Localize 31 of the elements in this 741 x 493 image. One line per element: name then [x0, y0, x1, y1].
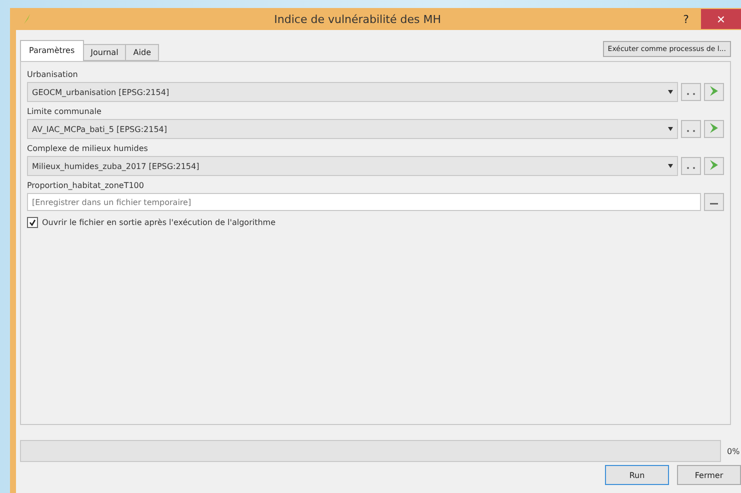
arrow-icon [709, 159, 719, 171]
checkbox[interactable] [27, 217, 38, 228]
dash-icon [709, 202, 719, 204]
tab[interactable]: Journal [82, 44, 126, 61]
help-button[interactable]: ? [683, 12, 689, 26]
app-icon [22, 13, 32, 25]
field-label: Limite communale [27, 107, 102, 116]
window-title: Indice de vulnérabilité des MH [273, 12, 442, 26]
caret-icon [668, 90, 673, 94]
field-label: Urbanisation [27, 70, 79, 79]
progress-percent: 0% [727, 446, 741, 456]
iterate-button[interactable] [704, 120, 724, 138]
iterate-button[interactable] [704, 157, 724, 175]
iterate-button[interactable] [704, 83, 724, 101]
checkbox-label: Ouvrir le fichier en sortie après l'exécution de l'algorithme [42, 218, 276, 227]
layer-dropdown[interactable]: GEOCM_urbanisation [EPSG:2154] [27, 82, 678, 102]
tab[interactable]: Paramètres [20, 40, 84, 61]
output-file-field[interactable]: [Enregistrer dans un fichier temporaire] [27, 193, 701, 211]
caret-icon [668, 127, 673, 131]
field-label: Proportion_habitat_zoneT100 [27, 181, 145, 190]
caret-icon [668, 164, 673, 168]
field-label: Complexe de milieux humides [27, 144, 149, 153]
arrow-icon [709, 122, 719, 134]
arrow-icon [709, 85, 719, 97]
tab[interactable]: Aide [125, 44, 159, 61]
close-button[interactable]: × [701, 9, 741, 29]
layer-dropdown[interactable]: AV_IAC_MCPa_bati_5 [EPSG:2154] [27, 119, 678, 139]
run-button[interactable]: Run [605, 465, 669, 485]
close-dialog-button[interactable]: Fermer [677, 465, 741, 485]
browse-button[interactable] [704, 193, 724, 211]
layer-dropdown[interactable]: Milieux_humides_zuba_2017 [EPSG:2154] [27, 156, 678, 176]
